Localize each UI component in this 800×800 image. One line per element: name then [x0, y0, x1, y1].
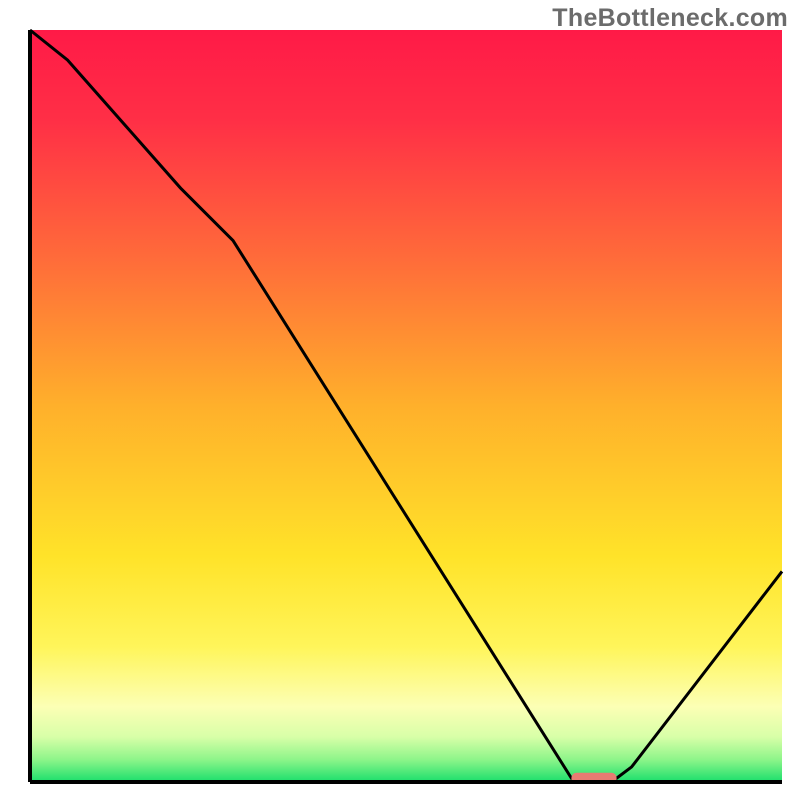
chart-container: TheBottleneck.com [0, 0, 800, 800]
watermark-text: TheBottleneck.com [552, 4, 788, 33]
bottleneck-chart [0, 0, 800, 800]
gradient-background [30, 30, 782, 782]
